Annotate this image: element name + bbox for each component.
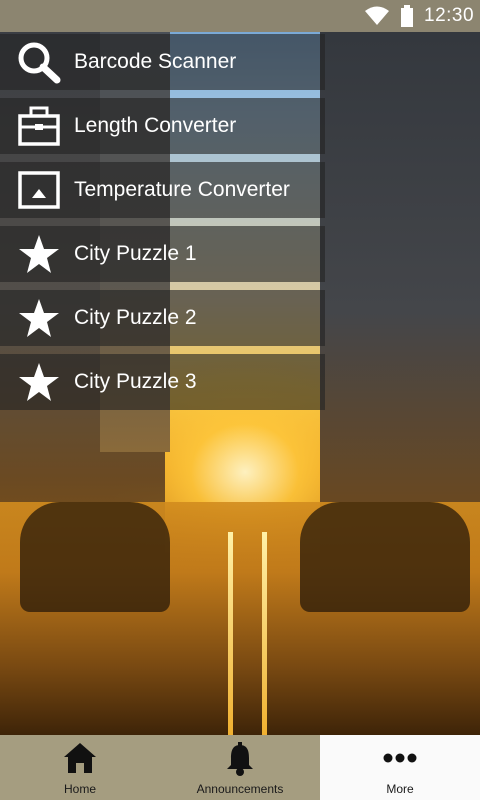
menu-item-city-puzzle-1[interactable]: City Puzzle 1: [0, 226, 325, 282]
star-icon: [10, 290, 68, 346]
star-icon: [10, 354, 68, 410]
star-icon: [10, 226, 68, 282]
tab-home[interactable]: Home: [0, 735, 160, 800]
tram-rail: [262, 532, 267, 735]
menu-item-barcode-scanner[interactable]: Barcode Scanner: [0, 34, 325, 90]
menu-item-temperature-converter[interactable]: Temperature Converter: [0, 162, 325, 218]
tram-rail: [228, 532, 233, 735]
crowd-left: [20, 502, 170, 612]
menu-item-label: City Puzzle 1: [74, 242, 197, 265]
home-icon: [0, 741, 160, 775]
tab-label: More: [386, 782, 414, 796]
menu-item-label: City Puzzle 2: [74, 306, 197, 329]
picture-frame-icon: [10, 162, 68, 218]
tab-label: Announcements: [196, 782, 284, 796]
menu-item-label: Barcode Scanner: [74, 50, 237, 73]
crowd-right: [300, 502, 470, 612]
menu-item-length-converter[interactable]: Length Converter: [0, 98, 325, 154]
tab-label: Home: [63, 782, 96, 796]
menu-item-label: Length Converter: [74, 114, 237, 137]
status-time: 12:30: [424, 5, 475, 26]
briefcase-icon: [10, 98, 68, 154]
bottom-tab-bar: Home Announcements More: [0, 735, 480, 800]
bell-icon: [160, 741, 320, 777]
tab-more[interactable]: More: [320, 735, 480, 800]
search-icon: [10, 34, 68, 90]
status-bar: 12:30: [0, 0, 480, 32]
wifi-icon: [364, 6, 390, 31]
more-dots-icon: [320, 753, 480, 763]
menu-item-city-puzzle-3[interactable]: City Puzzle 3: [0, 354, 325, 410]
menu-item-label: City Puzzle 3: [74, 370, 197, 393]
menu-item-label: Temperature Converter: [74, 178, 290, 201]
battery-icon: [400, 5, 414, 32]
tab-announcements[interactable]: Announcements: [160, 735, 320, 800]
menu-item-city-puzzle-2[interactable]: City Puzzle 2: [0, 290, 325, 346]
side-menu: Barcode Scanner Length Converter Tempera…: [0, 34, 325, 418]
